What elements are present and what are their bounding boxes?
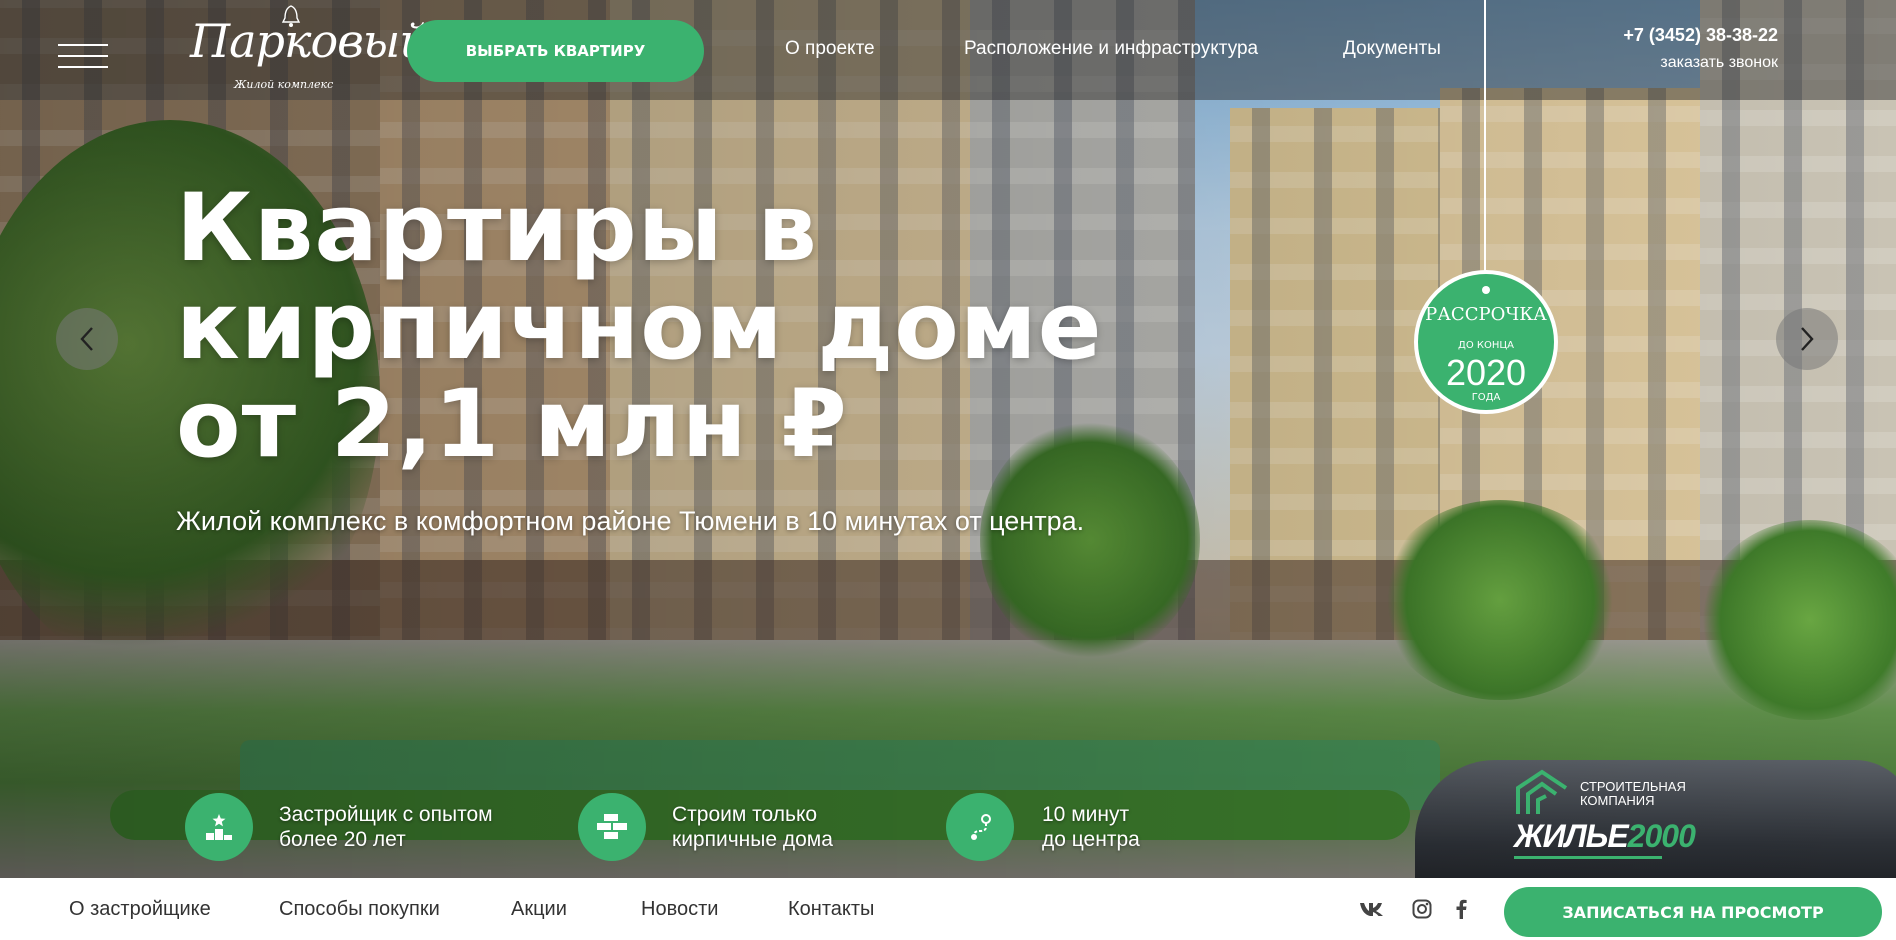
chevron-left-icon xyxy=(80,327,93,351)
nav-documents[interactable]: Документы xyxy=(1343,38,1441,60)
slider-next-button[interactable] xyxy=(1776,308,1838,370)
callback-link[interactable]: заказать звонок xyxy=(1660,54,1778,72)
choose-apartment-button[interactable]: ВЫБРАТЬ КВАРТИРУ xyxy=(407,20,704,82)
installment-badge[interactable]: РАССРОЧКА ДО КОНЦА 2020 ГОДА xyxy=(1414,270,1558,414)
developer-caption-line: КОМПАНИЯ xyxy=(1580,793,1655,808)
footer-nav-news[interactable]: Новости xyxy=(641,898,718,921)
phone-number[interactable]: +7 (3452) 38-38-22 xyxy=(1623,25,1778,46)
headline-line: Квартиры в xyxy=(176,174,818,283)
hero-headline: Квартиры в кирпичном доме от 2,1 млн ₽ xyxy=(176,180,1156,474)
nav-about-project[interactable]: О проекте xyxy=(785,38,875,60)
developer-emblem-icon xyxy=(1516,769,1568,814)
developer-name-number: 2000 xyxy=(1627,818,1696,854)
developer-logo[interactable]: СТРОИТЕЛЬНАЯ КОМПАНИЯ ЖИЛЬЕ2000 xyxy=(1512,766,1696,866)
footer-nav-purchase-methods[interactable]: Способы покупки xyxy=(279,898,440,921)
feature-line: кирпичные дома xyxy=(672,828,833,851)
developer-name-word: ЖИЛЬЕ xyxy=(1514,818,1629,854)
slider-prev-button[interactable] xyxy=(56,308,118,370)
feature-line: более 20 лет xyxy=(279,828,406,851)
feature-text: Строим только кирпичные дома xyxy=(672,802,833,852)
instagram-icon[interactable] xyxy=(1411,898,1433,920)
feature-line: до центра xyxy=(1042,828,1140,851)
badge-title: РАССРОЧКА xyxy=(1425,304,1547,325)
developer-name: ЖИЛЬЕ2000 xyxy=(1514,818,1696,855)
footer-nav-developer[interactable]: О застройщике xyxy=(69,898,211,921)
developer-caption-line: СТРОИТЕЛЬНАЯ xyxy=(1580,779,1686,794)
badge-caption-before: ДО КОНЦА xyxy=(1458,340,1514,351)
logo-subtitle: Жилой комплекс xyxy=(234,78,334,91)
vk-icon[interactable] xyxy=(1358,898,1388,920)
podium-icon xyxy=(185,793,253,861)
developer-caption: СТРОИТЕЛЬНАЯ КОМПАНИЯ xyxy=(1580,780,1686,808)
badge-year: 2020 xyxy=(1445,352,1527,393)
badge-line xyxy=(1484,0,1486,288)
bricks-icon xyxy=(578,793,646,861)
logo[interactable]: Парковый Жилой комплекс xyxy=(180,5,429,98)
headline-line: кирпичном доме xyxy=(176,272,1103,381)
badge-caption-after: ГОДА xyxy=(1471,392,1501,403)
feature-line: Строим только xyxy=(672,803,818,826)
route-icon xyxy=(946,793,1014,861)
menu-icon[interactable] xyxy=(58,44,108,68)
bottom-bar: О застройщике Способы покупки Акции Ново… xyxy=(0,878,1896,940)
developer-underline xyxy=(1514,856,1662,859)
book-viewing-button[interactable]: ЗАПИСАТЬСЯ НА ПРОСМОТР xyxy=(1504,887,1882,937)
badge-pin xyxy=(1482,286,1490,294)
bell-icon xyxy=(281,5,301,27)
feature-distance: 10 минут до центра xyxy=(946,793,1140,861)
footer-nav-promotions[interactable]: Акции xyxy=(511,898,567,921)
hero-subtitle: Жилой комплекс в комфортном районе Тюмен… xyxy=(176,506,1085,536)
feature-line: Застройщик с опытом xyxy=(279,803,493,826)
feature-experience: Застройщик с опытом более 20 лет xyxy=(185,793,493,861)
feature-text: 10 минут до центра xyxy=(1042,802,1140,852)
nav-location-infrastructure[interactable]: Расположение и инфраструктура xyxy=(964,38,1258,60)
facebook-icon[interactable] xyxy=(1454,898,1468,920)
feature-text: Застройщик с опытом более 20 лет xyxy=(279,802,493,852)
feature-bricks: Строим только кирпичные дома xyxy=(578,793,833,861)
footer-nav-contacts[interactable]: Контакты xyxy=(788,898,874,921)
chevron-right-icon xyxy=(1801,327,1814,351)
feature-line: 10 минут xyxy=(1042,803,1130,826)
headline-line: от 2,1 млн ₽ xyxy=(176,370,848,479)
logo-title: Парковый xyxy=(190,14,429,68)
